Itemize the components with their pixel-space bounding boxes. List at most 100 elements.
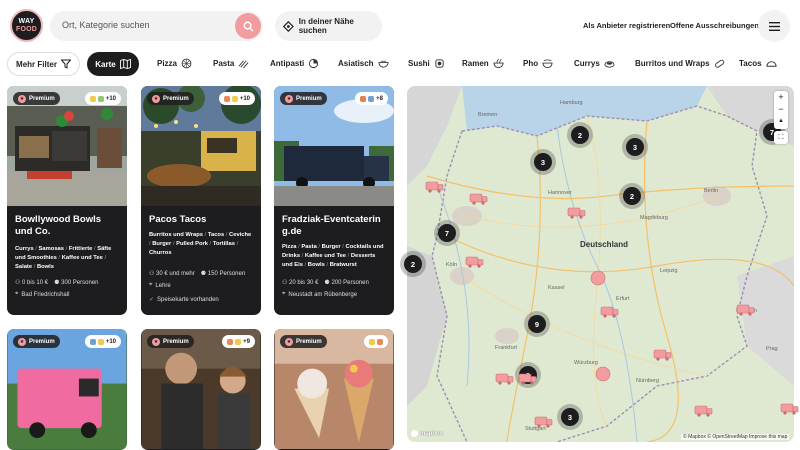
category-emblems: +10 <box>84 335 121 348</box>
samosa-icon <box>97 95 104 102</box>
antipasti-icon <box>309 58 319 69</box>
category-currys[interactable]: Currys <box>574 58 615 69</box>
map-cluster[interactable]: 3 <box>534 153 552 171</box>
map-cluster[interactable]: 3 <box>561 408 579 426</box>
pasta-icon <box>238 60 249 69</box>
map-cluster[interactable]: 3 <box>519 366 537 384</box>
more-categories-count: +8 <box>376 95 383 102</box>
taco-icon <box>231 95 238 102</box>
tag: Tortillas <box>212 241 235 247</box>
near-me-button[interactable]: In deiner Nähe suchen <box>275 11 382 41</box>
premium-label: Premium <box>296 95 322 102</box>
search-button[interactable] <box>235 13 261 39</box>
menu-available: ✓ Speisekarte vorhanden <box>149 296 219 304</box>
premium-badge: ★ Premium <box>280 92 327 105</box>
category-pho[interactable]: Pho <box>523 58 553 69</box>
logo-text-top: WAY <box>18 17 35 25</box>
card-body: Fradziak-Eventcatering.de Pizza / Pasta … <box>274 206 394 315</box>
star-icon: ★ <box>285 94 293 103</box>
category-label: Pasta <box>213 59 235 68</box>
category-asiatisch[interactable]: Asiatisch <box>338 58 389 69</box>
premium-label: Premium <box>29 338 55 345</box>
tag: Frittierte <box>68 246 93 252</box>
city-label: Frankfurt <box>495 345 518 351</box>
mapbox-logo: mapbox <box>411 430 443 437</box>
zoom-in-button[interactable]: + <box>778 91 783 103</box>
category-pasta[interactable]: Pasta <box>213 58 249 69</box>
pin-icon: ⌖ <box>282 291 286 297</box>
map-toggle-button[interactable]: Karte <box>87 52 139 76</box>
map-cluster[interactable]: 2 <box>404 255 422 273</box>
tag: Currys <box>15 246 34 252</box>
snack-icon <box>97 338 104 345</box>
menu-button[interactable] <box>758 10 790 42</box>
map-attribution[interactable]: © Mapbox © OpenStreetMap Improve this ma… <box>681 434 790 440</box>
location-target-icon <box>283 20 294 32</box>
zoom-controls[interactable]: + − ▲ <box>774 91 788 129</box>
more-categories-count: +9 <box>243 338 250 345</box>
mapbox-logo-icon <box>411 430 418 437</box>
star-icon: ★ <box>18 337 26 346</box>
fries-icon <box>235 338 242 345</box>
burger-icon <box>227 338 234 345</box>
foodtruck-card[interactable]: ★ Premium <box>274 329 394 450</box>
category-burritos[interactable]: Burritos und Wraps <box>635 58 725 69</box>
foodtruck-card[interactable]: ★ Premium +8 Fradziak-Eventcatering.de Pi… <box>274 86 394 315</box>
city-label: Stuttgart <box>525 426 546 432</box>
map-cluster[interactable]: 2 <box>571 126 589 144</box>
city-label: Hannover <box>548 190 572 196</box>
more-filter-label: Mehr Filter <box>16 59 57 69</box>
category-sushi[interactable]: Sushi <box>408 58 445 69</box>
map-cluster[interactable]: 9 <box>528 315 546 333</box>
card-title[interactable]: Fradziak-Eventcatering.de <box>282 214 386 238</box>
premium-badge: ★ Premium <box>13 92 60 105</box>
tag: Bowls <box>36 264 55 270</box>
register-provider-link[interactable]: Als Anbieter registrieren <box>583 21 670 30</box>
search-bar[interactable]: Ort, Kategorie suchen <box>50 11 263 41</box>
more-filter-button[interactable]: Mehr Filter <box>7 52 80 76</box>
compass-icon[interactable]: ▲ <box>778 115 784 127</box>
price-range: ⚇ 30 € und mehr <box>149 271 195 277</box>
foodtruck-card[interactable]: ★ Premium +10 Pacos Tacos Burritos und Wr… <box>141 86 261 315</box>
search-input[interactable]: Ort, Kategorie suchen <box>62 20 150 30</box>
fullscreen-button[interactable]: ⛶ <box>774 131 788 144</box>
location-label: Lehre <box>155 282 171 289</box>
foodtruck-card[interactable]: ★ Premium +10 <box>7 329 127 450</box>
map-view[interactable] <box>407 86 794 442</box>
category-tacos[interactable]: Tacos <box>739 58 777 69</box>
map-cluster[interactable]: 2 <box>623 187 641 205</box>
category-antipasti[interactable]: Antipasti <box>270 58 319 69</box>
map-cluster[interactable]: 3 <box>626 138 644 156</box>
tag: Ceviche <box>229 232 252 238</box>
wayfood-logo[interactable]: WAY FOOD <box>10 9 43 42</box>
open-tenders-link[interactable]: Offene Ausschreibungen <box>670 21 759 30</box>
tag: Bowls <box>307 262 325 268</box>
logo-text-bottom: FOOD <box>15 25 38 33</box>
tag: Burger <box>152 241 172 247</box>
category-label: Pizza <box>157 59 178 68</box>
city-label: Kassel <box>548 285 565 291</box>
city-label: Köln <box>446 262 458 268</box>
category-emblems: +9 <box>222 335 255 348</box>
card-tags: Pizza / Pasta / Burger / Cocktails und D… <box>282 244 384 268</box>
pizza-icon <box>360 95 367 102</box>
premium-badge: ★ Premium <box>13 335 60 348</box>
tag: Burger <box>321 244 341 250</box>
card-title[interactable]: Pacos Tacos <box>149 214 253 226</box>
foodtruck-card[interactable]: ★ Premium +10 Bowllywood Bowls und Co. Cu… <box>7 86 127 315</box>
category-ramen[interactable]: Ramen <box>462 58 504 69</box>
zoom-out-button[interactable]: − <box>778 103 783 115</box>
premium-label: Premium <box>29 95 55 102</box>
card-title[interactable]: Bowllywood Bowls und Co. <box>15 214 119 238</box>
pasta-icon <box>368 95 375 102</box>
foodtruck-card[interactable]: ★ Premium +9 <box>141 329 261 450</box>
premium-badge: ★ Premium <box>147 335 194 348</box>
category-pizza[interactable]: Pizza <box>157 58 192 69</box>
tag: Tacos <box>207 232 225 238</box>
map-cluster[interactable]: 7 <box>438 224 456 242</box>
curry-icon <box>604 61 615 68</box>
curry-icon <box>89 95 96 102</box>
capacity: ⚈ 200 Personen <box>324 280 369 286</box>
city-label: Magdeburg <box>640 215 668 221</box>
search-icon <box>243 21 254 32</box>
